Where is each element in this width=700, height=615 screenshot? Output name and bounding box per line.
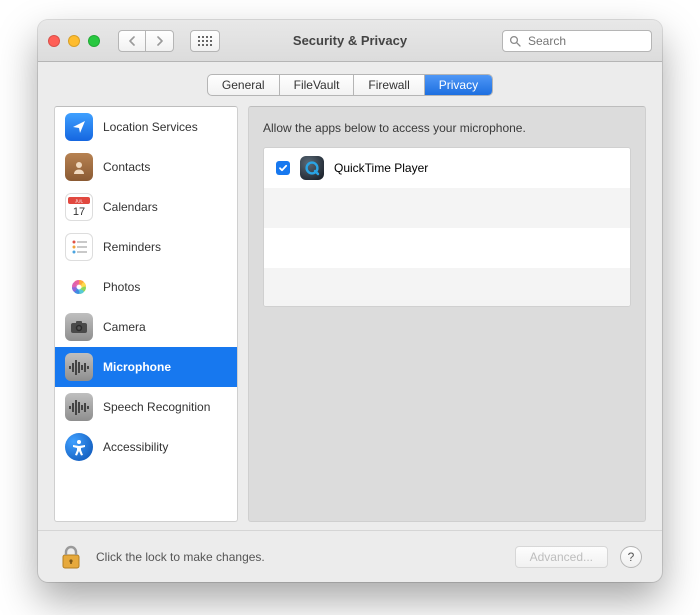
tab-general[interactable]: General [208,75,280,95]
preferences-window: Security & Privacy General FileVault Fir… [38,20,662,582]
search-icon [509,35,521,47]
app-row-empty [264,228,630,268]
body: Location Services Contacts JUL 17 Calenda… [38,106,662,530]
svg-text:JUL: JUL [75,199,83,204]
app-name: QuickTime Player [334,161,428,175]
sidebar-item-contacts[interactable]: Contacts [55,147,237,187]
panel-caption: Allow the apps below to access your micr… [263,121,631,135]
back-button[interactable] [118,30,146,52]
minimize-window-button[interactable] [68,35,80,47]
sidebar-item-label: Camera [103,320,146,334]
sidebar-item-label: Accessibility [103,440,168,454]
microphone-icon [65,353,93,381]
sidebar-item-calendars[interactable]: JUL 17 Calendars [55,187,237,227]
camera-icon [65,313,93,341]
help-button[interactable]: ? [620,546,642,568]
speech-icon [65,393,93,421]
accessibility-icon [65,433,93,461]
forward-button[interactable] [146,30,174,52]
sidebar-item-microphone[interactable]: Microphone [55,347,237,387]
window-controls [48,35,100,47]
app-allow-checkbox[interactable] [276,161,290,175]
sidebar-item-label: Reminders [103,240,161,254]
sidebar-item-photos[interactable]: Photos [55,267,237,307]
sidebar-item-accessibility[interactable]: Accessibility [55,427,237,467]
sidebar-item-label: Photos [103,280,140,294]
sidebar-item-label: Speech Recognition [103,400,210,414]
nav-segment [118,30,174,52]
sidebar-item-label: Contacts [103,160,150,174]
show-all-button[interactable] [190,30,220,52]
sidebar-item-camera[interactable]: Camera [55,307,237,347]
lock-button[interactable] [58,543,84,571]
tabs: General FileVault Firewall Privacy [207,74,493,96]
footer: Click the lock to make changes. Advanced… [38,530,662,582]
tab-firewall[interactable]: Firewall [354,75,424,95]
quicktime-app-icon [300,156,324,180]
chevron-right-icon [156,36,164,46]
checkmark-icon [278,163,288,173]
advanced-button[interactable]: Advanced... [515,546,608,568]
sidebar-item-label: Calendars [103,200,158,214]
chevron-left-icon [128,36,136,46]
privacy-sidebar: Location Services Contacts JUL 17 Calenda… [54,106,238,522]
sidebar-item-label: Location Services [103,120,198,134]
photos-icon [65,273,93,301]
contacts-icon [65,153,93,181]
location-icon [65,113,93,141]
sidebar-item-location[interactable]: Location Services [55,107,237,147]
calendar-icon: JUL 17 [65,193,93,221]
sidebar-item-reminders[interactable]: Reminders [55,227,237,267]
close-window-button[interactable] [48,35,60,47]
search-field[interactable] [502,30,652,52]
app-row[interactable]: QuickTime Player [264,148,630,188]
tabs-row: General FileVault Firewall Privacy [38,62,662,106]
app-row-empty [264,188,630,228]
sidebar-item-label: Microphone [103,360,171,374]
grid-icon [198,36,212,46]
lock-hint: Click the lock to make changes. [96,550,265,564]
tab-filevault[interactable]: FileVault [280,75,355,95]
app-row-empty [264,268,630,307]
sidebar-item-speech[interactable]: Speech Recognition [55,387,237,427]
zoom-window-button[interactable] [88,35,100,47]
app-list: QuickTime Player [263,147,631,307]
search-input[interactable] [526,33,662,49]
svg-text:17: 17 [73,206,85,218]
tab-privacy[interactable]: Privacy [425,75,492,95]
privacy-panel: Allow the apps below to access your micr… [248,106,646,522]
titlebar: Security & Privacy [38,20,662,62]
lock-icon [60,544,82,570]
reminders-icon [65,233,93,261]
